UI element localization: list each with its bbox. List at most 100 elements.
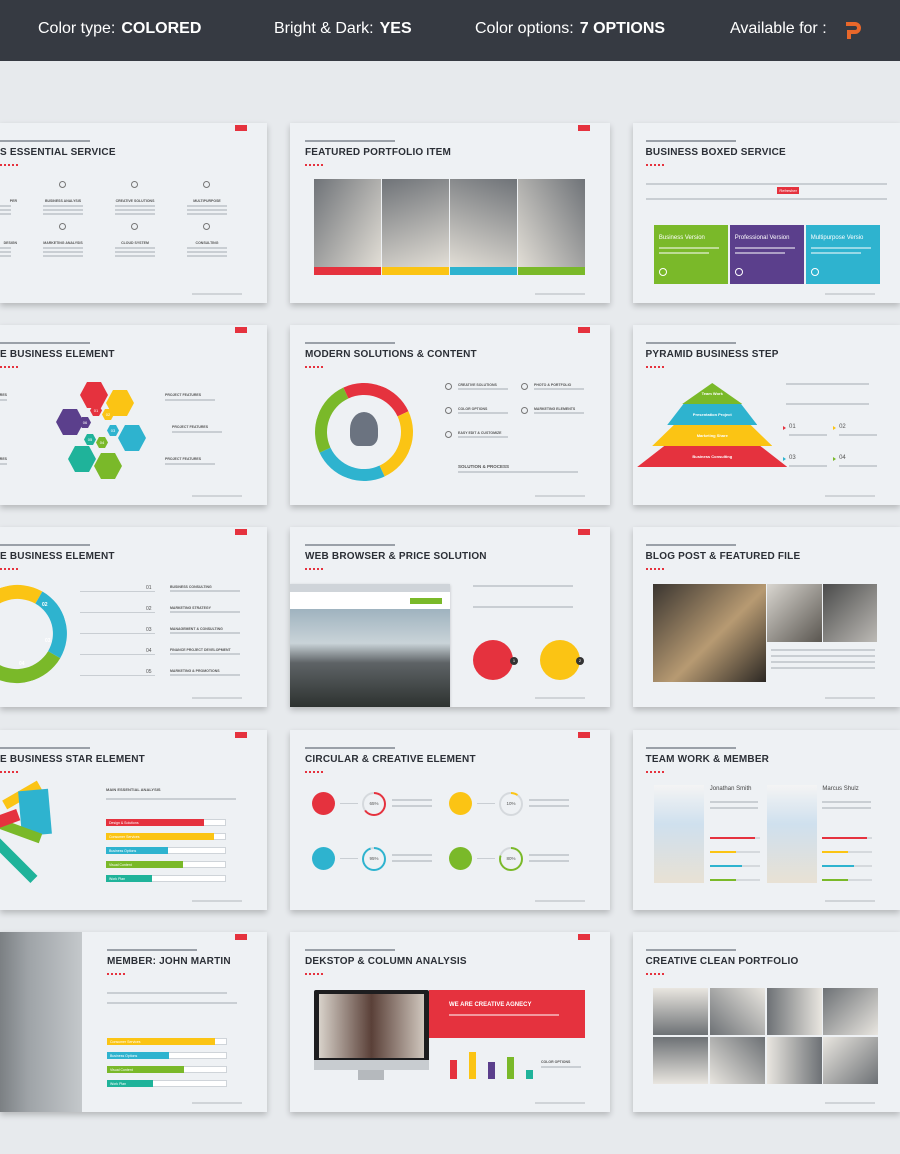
icon-circle bbox=[449, 792, 472, 815]
slide-thumbnail[interactable]: MODERN SOLUTIONS & CONTENT CREATIVE SOLUT… bbox=[290, 325, 610, 505]
service-box[interactable]: Business Version bbox=[653, 225, 729, 284]
slide-thumbnail[interactable]: S ESSENTIAL SERVICE PER BUSINESS ANALYSIS C… bbox=[0, 123, 267, 303]
title-dots bbox=[645, 366, 666, 368]
slide-title: E BUSINESS ELEMENT bbox=[0, 349, 115, 360]
service-text bbox=[43, 247, 83, 249]
progress-ring: 80% bbox=[499, 847, 523, 871]
member-photo[interactable] bbox=[766, 785, 817, 883]
slide-thumbnail[interactable]: PYRAMID BUSINESS STEP Team Work Presentati… bbox=[633, 325, 900, 505]
member-bio bbox=[709, 801, 759, 803]
slide-thumbnail[interactable]: E BUSINESS ELEMENT 02 03 04 01 BUSINESS CONSU… bbox=[0, 527, 267, 707]
title-dots bbox=[645, 973, 666, 975]
price-circle bbox=[540, 640, 580, 680]
step-arrow bbox=[833, 426, 837, 430]
feature-text bbox=[458, 436, 508, 438]
slide-title: E BUSINESS ELEMENT bbox=[0, 551, 115, 562]
browser-window[interactable] bbox=[290, 584, 450, 707]
new-badge bbox=[578, 327, 590, 333]
list-label: MARKETING & PROMOTIONS bbox=[170, 669, 220, 673]
blog-text bbox=[770, 649, 875, 651]
service-box[interactable]: Multipurpose Versio bbox=[805, 225, 880, 284]
slide-thumbnail[interactable]: FEATURED PORTFOLIO ITEM bbox=[290, 123, 610, 303]
portfolio-photo[interactable] bbox=[766, 1037, 822, 1084]
service-text bbox=[187, 255, 227, 257]
feature-label: PROJECT FEATURES bbox=[0, 393, 7, 397]
service-text bbox=[187, 205, 227, 207]
portfolio-photo[interactable] bbox=[823, 988, 879, 1035]
service-text bbox=[43, 255, 83, 257]
slide-thumbnail[interactable]: BUSINESS BOXED SERVICE Refresher Business … bbox=[633, 123, 900, 303]
slide-thumbnail[interactable]: E BUSINESS STAR ELEMENT MAIN ESSENTIAL AN… bbox=[0, 730, 267, 910]
title-dots bbox=[0, 164, 20, 166]
hexagon bbox=[80, 382, 108, 408]
cycle-ring bbox=[0, 573, 78, 695]
box-text bbox=[658, 247, 719, 249]
portfolio-photo[interactable] bbox=[382, 179, 449, 267]
portfolio-photo[interactable] bbox=[653, 1037, 709, 1084]
service-label: MARKETING ANALYSIS bbox=[43, 241, 83, 245]
bright-dark: Bright & Dark: YES bbox=[274, 20, 412, 38]
step-arrow bbox=[833, 457, 837, 461]
progress-fill: Consumer Services bbox=[107, 1038, 215, 1045]
portfolio-photo[interactable] bbox=[709, 1037, 765, 1084]
service-label: CREATIVE SOLUTIONS bbox=[115, 199, 155, 203]
legend-text bbox=[541, 1066, 581, 1068]
portfolio-photo[interactable] bbox=[450, 179, 517, 267]
slide-title: TEAM WORK & MEMBER bbox=[645, 754, 770, 765]
member-photo[interactable] bbox=[0, 932, 82, 1112]
bright-dark-value: YES bbox=[379, 20, 412, 37]
slide-thumbnail[interactable]: BLOG POST & FEATURED FILE bbox=[633, 527, 900, 707]
service-text bbox=[187, 213, 227, 215]
monitor-chin bbox=[314, 1060, 429, 1070]
slide-footer bbox=[192, 900, 242, 902]
slide-kicker bbox=[305, 747, 395, 749]
service-text bbox=[43, 205, 83, 207]
title-dots bbox=[305, 973, 325, 975]
title-dots bbox=[0, 771, 20, 773]
pyramid-text bbox=[785, 403, 870, 405]
box-title: Multipurpose Versio bbox=[810, 235, 864, 241]
portfolio-photo[interactable] bbox=[653, 988, 709, 1035]
slide-title: E BUSINESS STAR ELEMENT bbox=[0, 754, 145, 765]
portfolio-caption bbox=[450, 267, 517, 275]
slide-kicker bbox=[645, 544, 736, 546]
member-photo[interactable] bbox=[653, 785, 704, 883]
blog-photo[interactable] bbox=[653, 584, 766, 682]
slide-thumbnail[interactable]: DEKSTOP & COLUMN ANALYSIS WE ARE CREATIVE… bbox=[290, 932, 610, 1112]
portfolio-photo[interactable] bbox=[518, 179, 585, 267]
slide-thumbnail[interactable]: TEAM WORK & MEMBER Jonathan Smith Marcus S… bbox=[633, 730, 900, 910]
portfolio-photo[interactable] bbox=[823, 1037, 879, 1084]
blog-photo[interactable] bbox=[823, 584, 878, 642]
step-text bbox=[839, 465, 877, 467]
list-number: 04 bbox=[146, 648, 152, 654]
feature-label: PROJECT FEATURES bbox=[165, 393, 202, 397]
portfolio-photo[interactable] bbox=[314, 179, 381, 267]
slide-thumbnail[interactable]: MEMBER: JOHN MARTIN Consumer Services Busi… bbox=[0, 932, 267, 1112]
service-icon bbox=[59, 223, 66, 230]
title-dots bbox=[305, 366, 325, 368]
progress-label: Business Options bbox=[109, 848, 137, 853]
list-line bbox=[80, 675, 155, 676]
portfolio-photo[interactable] bbox=[709, 988, 765, 1035]
feature-icon bbox=[521, 383, 528, 390]
slide-thumbnail[interactable]: WEB BROWSER & PRICE SOLUTION 1 2 bbox=[290, 527, 610, 707]
feature-label: COLOR OPTIONS bbox=[458, 407, 488, 411]
new-badge bbox=[578, 934, 590, 940]
color-options-value: 7 OPTIONS bbox=[579, 20, 666, 37]
slide-footer bbox=[825, 900, 875, 902]
new-badge bbox=[235, 125, 247, 131]
service-label: BUSINESS ANALYSIS bbox=[44, 199, 82, 203]
blog-photo[interactable] bbox=[767, 584, 822, 642]
service-text bbox=[0, 255, 11, 257]
slide-thumbnail[interactable]: CIRCULAR & CREATIVE ELEMENT 65% 10% 95% 80% bbox=[290, 730, 610, 910]
list-label: MARKETING STRATEGY bbox=[170, 606, 211, 610]
hexagon bbox=[118, 425, 146, 451]
download-button[interactable] bbox=[410, 598, 442, 604]
slide-thumbnail[interactable]: E BUSINESS ELEMENT010203040506PROJECT FE… bbox=[0, 325, 267, 505]
list-text bbox=[170, 611, 240, 613]
service-box[interactable]: Professional Version bbox=[729, 225, 805, 284]
tooltip-tag: Refresher bbox=[777, 187, 799, 194]
box-text bbox=[810, 247, 871, 249]
slide-thumbnail[interactable]: CREATIVE CLEAN PORTFOLIO bbox=[633, 932, 900, 1112]
portfolio-photo[interactable] bbox=[766, 988, 822, 1035]
